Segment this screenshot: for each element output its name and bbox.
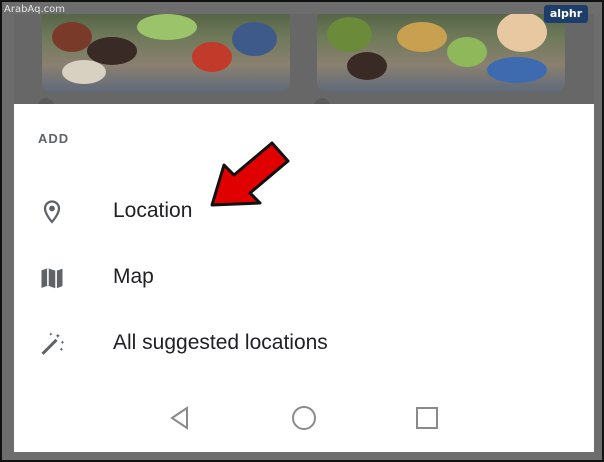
home-circle-icon[interactable] [290,404,318,432]
back-triangle-icon[interactable] [166,404,194,432]
menu-item-all-suggested-locations[interactable]: All suggested locations [14,314,594,374]
photo-thumbnail[interactable] [317,14,565,92]
photo-thumbnail[interactable] [42,14,290,92]
system-navigation-bar [14,394,594,442]
alphr-badge: alphr [544,5,588,23]
menu-item-location[interactable]: Location [14,182,594,242]
phone-screen: ADD Location Map All suggested locations [14,14,594,452]
location-pin-icon [38,198,66,226]
menu-item-label: All suggested locations [113,331,328,354]
menu-item-label: Map [113,265,154,288]
section-label: ADD [38,131,70,146]
menu-item-label: Location [113,199,193,222]
watermark: ArabAq.com [4,4,65,15]
magic-wand-icon [38,330,66,358]
menu-item-map[interactable]: Map [14,248,594,308]
add-bottom-sheet: ADD Location Map All suggested locations [14,104,594,452]
recents-square-icon[interactable] [413,404,441,432]
map-icon [38,264,66,292]
red-arrow-icon [210,141,290,207]
screenshot-frame: ADD Location Map All suggested locations… [0,0,604,462]
